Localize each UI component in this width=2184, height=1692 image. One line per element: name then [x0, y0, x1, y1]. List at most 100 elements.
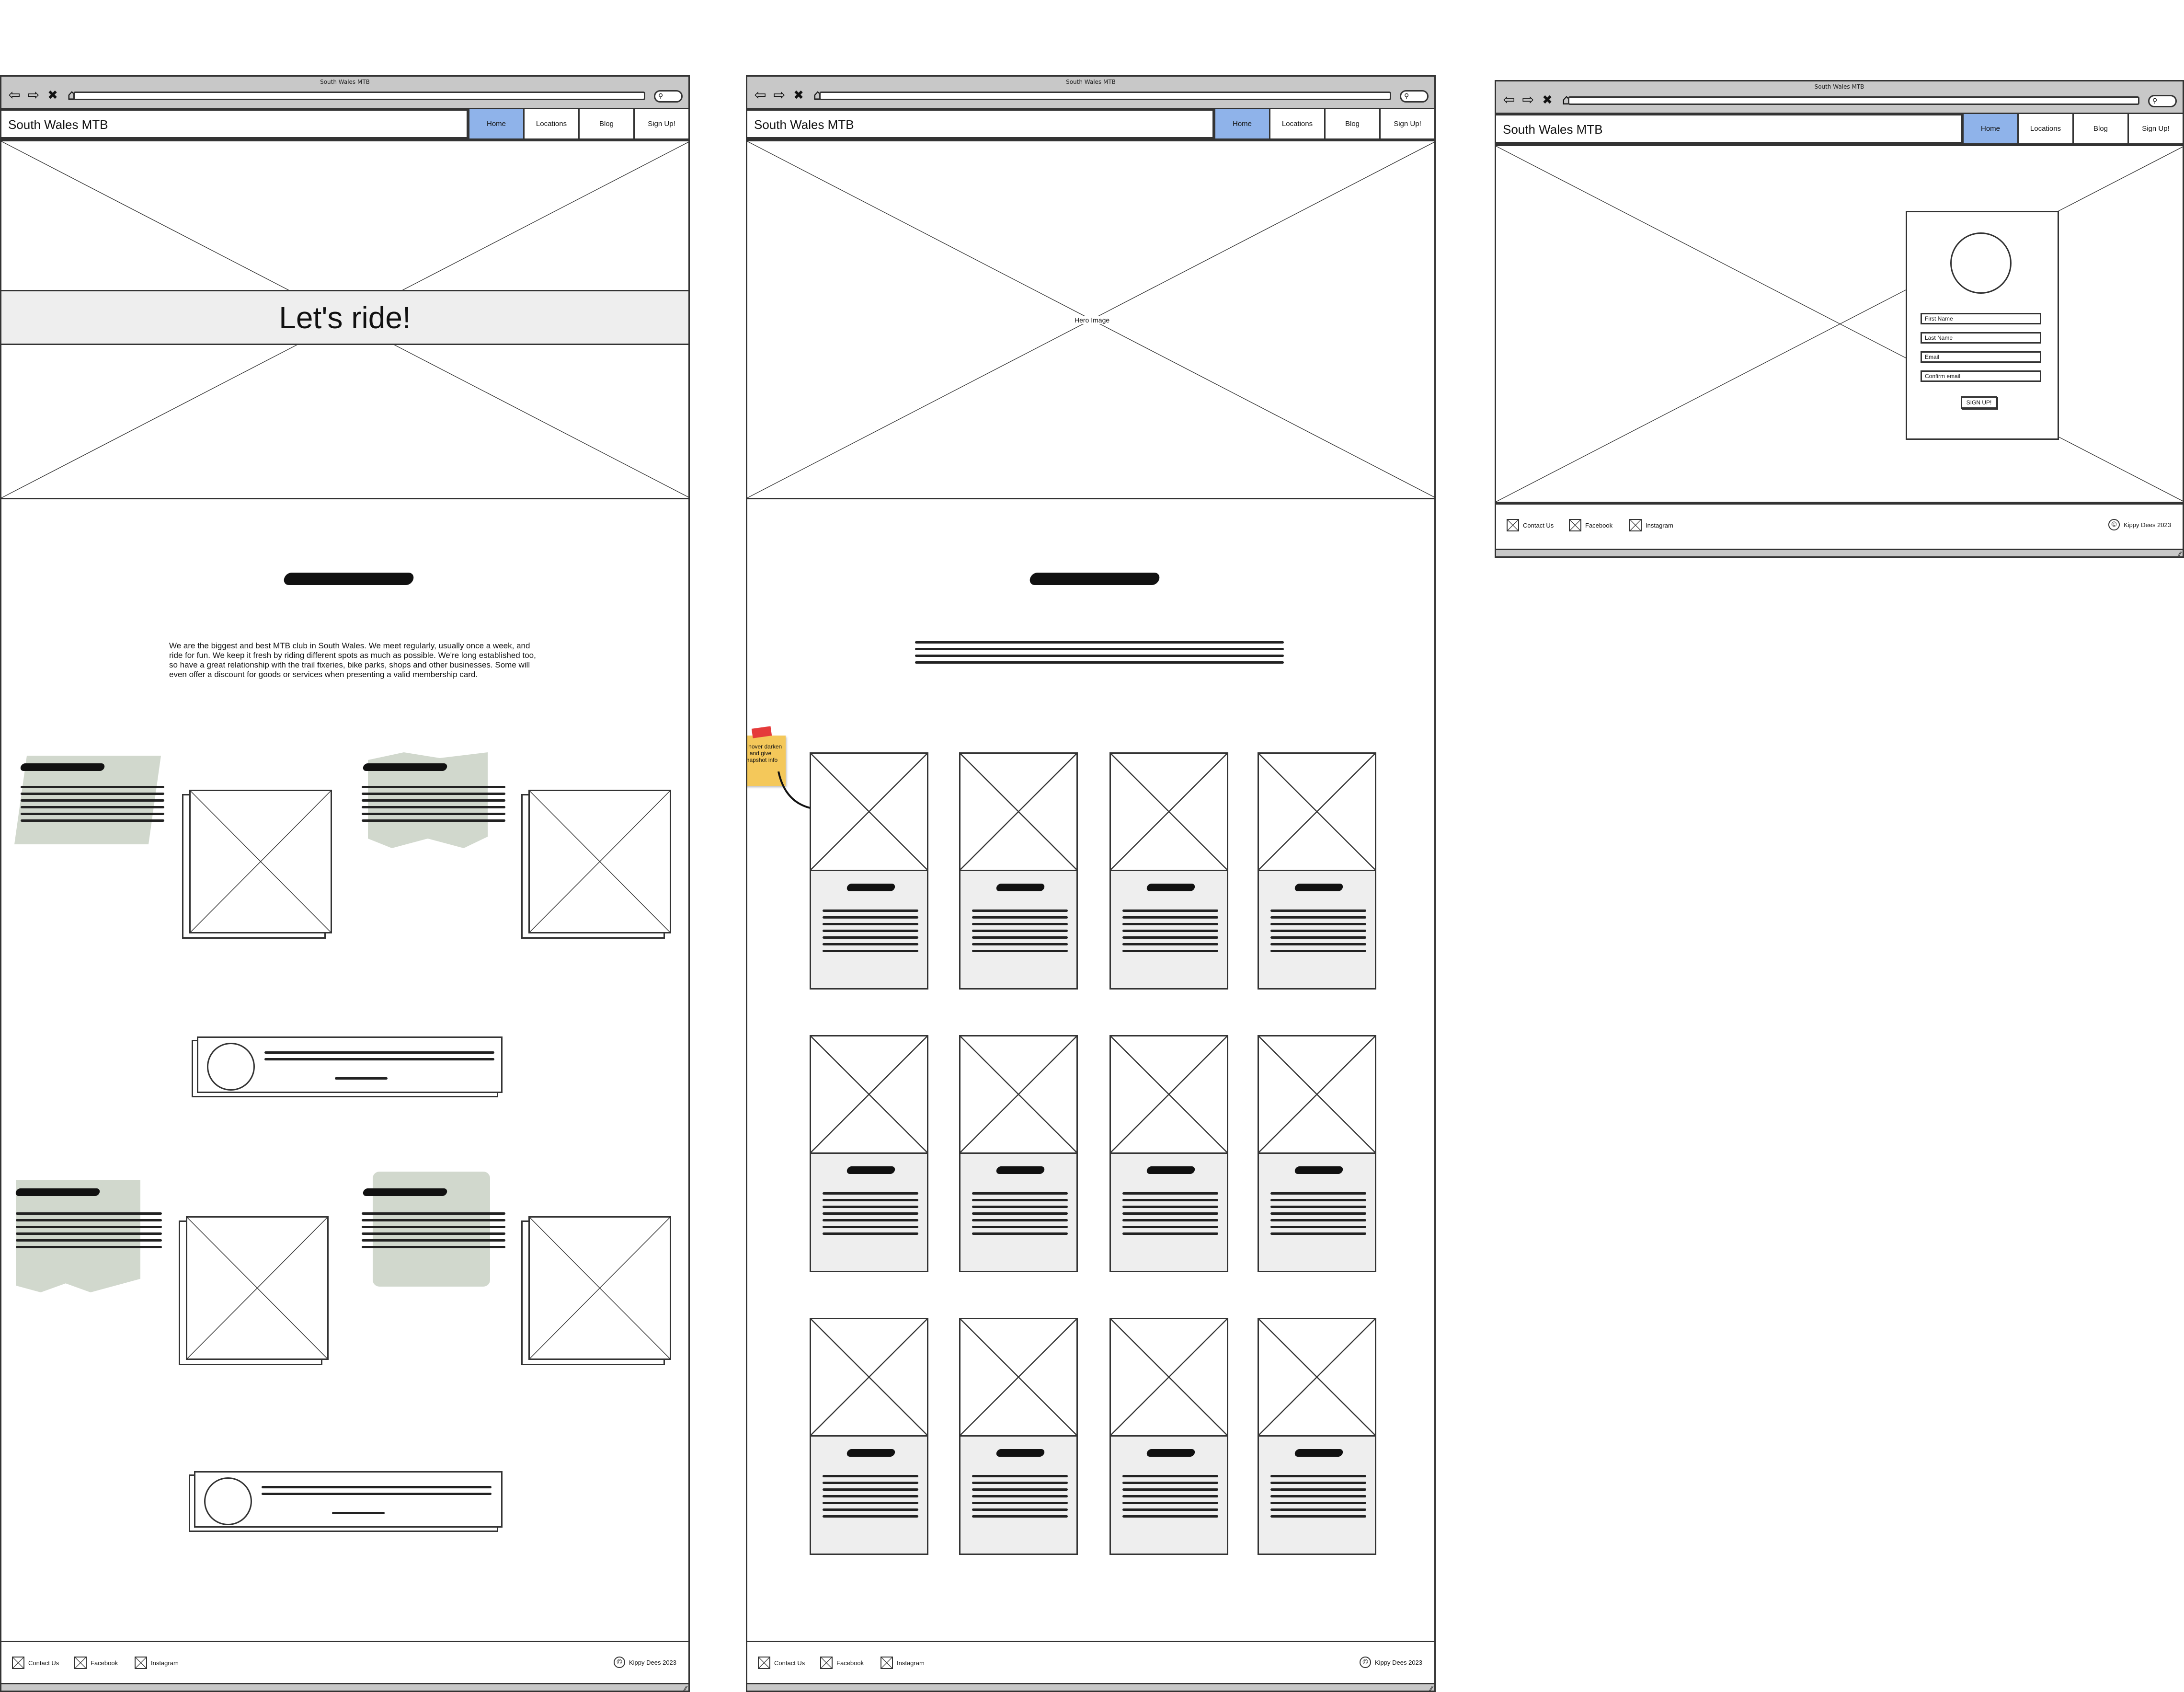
location-text-lines [1270, 1192, 1366, 1239]
location-card[interactable] [810, 752, 928, 990]
email-field[interactable]: Email [1921, 351, 2041, 363]
location-title-scribble [846, 883, 896, 891]
footer-contact[interactable]: Contact Us [758, 1657, 805, 1669]
resize-grip-icon[interactable]: ⁄⁄ [1430, 1685, 1432, 1691]
location-image-placeholder [961, 1319, 1076, 1437]
sign-up-button[interactable]: SIGN UP! [1961, 396, 1997, 409]
close-icon[interactable]: ✖ [791, 88, 806, 103]
site-header: South Wales MTB Home Locations Blog Sign… [747, 109, 1434, 140]
location-card[interactable] [1258, 752, 1376, 990]
location-card[interactable] [810, 1035, 928, 1272]
location-card-body [1111, 1436, 1227, 1554]
footer-instagram[interactable]: Instagram [880, 1657, 925, 1669]
location-text-lines [1270, 909, 1366, 956]
location-title-scribble [995, 1449, 1045, 1457]
location-image-placeholder [1111, 1036, 1227, 1154]
hero-heading: Let's ride! [1, 290, 688, 345]
feature-text-lines [362, 786, 505, 826]
location-text-lines [972, 1192, 1068, 1239]
location-title-scribble [846, 1166, 896, 1174]
nav-blog[interactable]: Blog [1326, 109, 1381, 138]
nav-home[interactable]: Home [1215, 109, 1270, 138]
nav-blog[interactable]: Blog [2074, 114, 2129, 143]
location-card[interactable] [959, 752, 1078, 990]
location-card[interactable] [1109, 752, 1228, 990]
nav-locations[interactable]: Locations [525, 109, 580, 138]
footer-instagram[interactable]: Instagram [1629, 519, 1673, 531]
back-icon[interactable]: ⇦ [753, 88, 767, 103]
browser-search[interactable]: ⚲ [2148, 95, 2177, 107]
nav-blog[interactable]: Blog [580, 109, 635, 138]
contact-icon [758, 1657, 770, 1669]
search-icon: ⚲ [658, 92, 663, 100]
location-card[interactable] [810, 1318, 928, 1555]
browser-status-bar: ⁄⁄ [1, 1683, 688, 1691]
url-bar[interactable] [73, 92, 645, 100]
forward-icon[interactable]: ⇨ [772, 88, 787, 103]
testimonial-author-line [335, 1077, 388, 1084]
location-card[interactable] [1258, 1318, 1376, 1555]
site-footer: Contact Us Facebook Instagram © Kippy De… [1, 1641, 688, 1691]
section-heading-scribble [283, 573, 415, 585]
contact-icon [1507, 519, 1519, 531]
site-brand[interactable]: South Wales MTB [1503, 122, 1603, 137]
feature-text-lines [362, 1212, 505, 1253]
section-heading-scribble [1029, 573, 1161, 585]
location-card[interactable] [959, 1318, 1078, 1555]
browser-search[interactable]: ⚲ [1400, 90, 1429, 103]
instagram-icon [135, 1657, 147, 1669]
nav-locations[interactable]: Locations [1270, 109, 1326, 138]
footer-facebook[interactable]: Facebook [1569, 519, 1612, 531]
footer-contact[interactable]: Contact Us [1507, 519, 1554, 531]
facebook-icon [74, 1657, 87, 1669]
location-card[interactable] [959, 1035, 1078, 1272]
site-brand[interactable]: South Wales MTB [754, 117, 854, 132]
browser-search[interactable]: ⚲ [654, 90, 683, 103]
url-bar[interactable] [819, 92, 1391, 100]
site-footer: Contact Us Facebook Instagram © Kippy De… [747, 1641, 1434, 1691]
footer-instagram[interactable]: Instagram [135, 1657, 179, 1669]
footer-facebook[interactable]: Facebook [820, 1657, 864, 1669]
location-card[interactable] [1258, 1035, 1376, 1272]
feature-image-placeholder [189, 790, 332, 933]
site-footer: Contact Us Facebook Instagram © Kippy De… [1496, 503, 2183, 556]
nav-sign-up[interactable]: Sign Up! [2129, 114, 2183, 143]
location-card-body [961, 871, 1076, 988]
close-icon[interactable]: ✖ [46, 88, 60, 103]
footer-copyright: © Kippy Dees 2023 [2108, 519, 2171, 530]
location-card[interactable] [1109, 1318, 1228, 1555]
first-name-field[interactable]: First Name [1921, 313, 2041, 324]
site-brand[interactable]: South Wales MTB [8, 117, 108, 132]
location-image-placeholder [1111, 1319, 1227, 1437]
footer-facebook[interactable]: Facebook [74, 1657, 118, 1669]
footer-contact[interactable]: Contact Us [12, 1657, 59, 1669]
location-title-scribble [995, 883, 1045, 891]
location-text-lines [1122, 1474, 1218, 1522]
url-bar[interactable] [1568, 96, 2139, 105]
browser-status-bar: ⁄⁄ [747, 1683, 1434, 1691]
last-name-field[interactable]: Last Name [1921, 332, 2041, 344]
nav-home[interactable]: Home [469, 109, 525, 138]
browser-chrome: South Wales MTB ⇦ ⇨ ✖ ⌂ ⚲ [747, 77, 1434, 109]
nav-sign-up[interactable]: Sign Up! [635, 109, 688, 138]
forward-icon[interactable]: ⇨ [26, 88, 41, 103]
location-image-placeholder [961, 1036, 1076, 1154]
nav-sign-up[interactable]: Sign Up! [1381, 109, 1434, 138]
resize-grip-icon[interactable]: ⁄⁄ [2178, 551, 2181, 556]
back-icon[interactable]: ⇦ [1502, 93, 1516, 107]
nav-locations[interactable]: Locations [2019, 114, 2074, 143]
intro-paragraph: We are the biggest and best MTB club in … [169, 641, 536, 679]
resize-grip-icon[interactable]: ⁄⁄ [684, 1685, 686, 1691]
confirm-email-field[interactable]: Confirm email [1921, 370, 2041, 382]
forward-icon[interactable]: ⇨ [1521, 93, 1535, 107]
location-card-body [1259, 1153, 1375, 1271]
location-card-body [811, 1436, 927, 1554]
feature-heading-scribble [20, 763, 105, 771]
location-card-body [1259, 871, 1375, 988]
close-icon[interactable]: ✖ [1540, 93, 1555, 107]
signup-form-panel: First Name Last Name Email Confirm email… [1906, 211, 2059, 440]
location-card[interactable] [1109, 1035, 1228, 1272]
footer-contact-label: Contact Us [774, 1659, 805, 1667]
back-icon[interactable]: ⇦ [7, 88, 22, 103]
nav-home[interactable]: Home [1964, 114, 2019, 143]
